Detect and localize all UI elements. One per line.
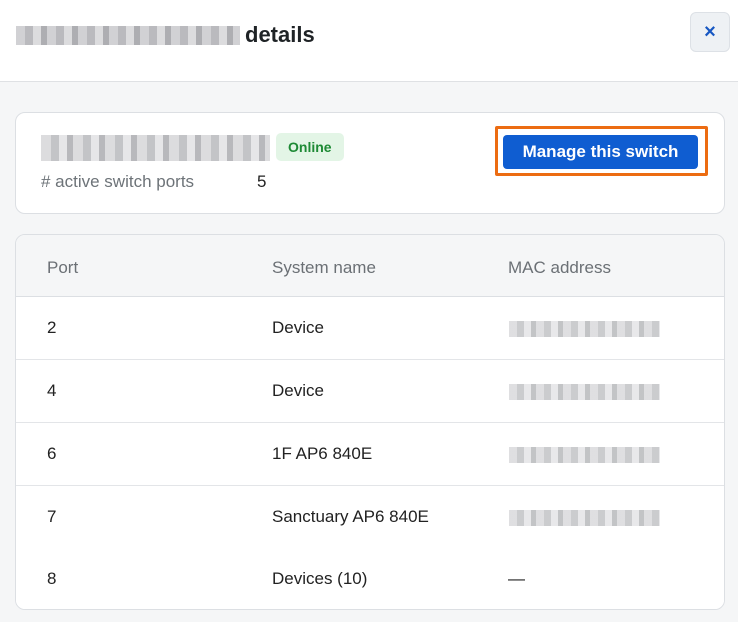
mac-address-redacted <box>509 321 660 337</box>
port-cell: 4 <box>47 381 57 400</box>
column-header-system-name[interactable]: System name <box>272 258 376 278</box>
port-cell: 7 <box>47 507 57 526</box>
table-row[interactable]: 2 Device <box>16 297 724 360</box>
table-row[interactable]: 4 Device <box>16 360 724 423</box>
dialog-header: details × <box>0 0 738 82</box>
column-header-port[interactable]: Port <box>47 258 78 278</box>
switch-summary-card: Online # active switch ports 5 Manage th… <box>15 112 725 214</box>
dialog-title: details <box>245 22 315 47</box>
switch-identifier-redacted <box>41 135 270 161</box>
port-cell: 6 <box>47 444 57 463</box>
active-ports-label: # active switch ports <box>41 172 195 191</box>
system-name-cell: Device <box>272 318 324 337</box>
mac-address-redacted <box>509 384 660 400</box>
mac-address-redacted <box>509 510 660 526</box>
table-row[interactable]: 8 Devices (10) — <box>16 548 724 609</box>
close-button[interactable]: × <box>690 12 730 52</box>
switch-name-redacted <box>16 26 240 45</box>
manage-switch-button[interactable]: Manage this switch <box>503 135 698 169</box>
port-cell: 8 <box>47 569 57 588</box>
mac-address-cell: — <box>508 569 525 588</box>
system-name-cell: 1F AP6 840E <box>272 444 373 463</box>
close-icon: × <box>704 20 716 43</box>
status-badge: Online <box>276 133 344 161</box>
system-name-cell: Devices (10) <box>272 569 368 588</box>
active-ports-value: 5 <box>257 172 267 191</box>
ports-table: Port System name MAC address 2 Device 4 … <box>15 234 725 610</box>
system-name-cell: Device <box>272 381 324 400</box>
mac-address-redacted <box>509 447 660 463</box>
table-header: Port System name MAC address <box>16 235 724 297</box>
system-name-cell: Sanctuary AP6 840E <box>272 507 429 526</box>
table-row[interactable]: 6 1F AP6 840E <box>16 423 724 486</box>
port-cell: 2 <box>47 318 57 337</box>
table-row[interactable]: 7 Sanctuary AP6 840E <box>16 486 724 549</box>
column-header-mac-address[interactable]: MAC address <box>508 258 611 278</box>
